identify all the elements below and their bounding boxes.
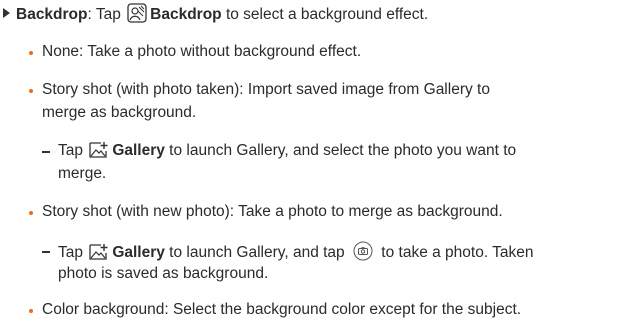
backdrop-heading-line: Backdrop: Tap Backdrop to select a backg… xyxy=(0,3,428,25)
sub-rest-text: to launch Gallery, and select the photo … xyxy=(164,142,517,159)
list-item-story-new: Story shot (with new photo): Take a phot… xyxy=(16,202,503,222)
gallery-add-icon xyxy=(89,244,108,260)
story-taken-line1: Story shot (with photo taken): Import sa… xyxy=(42,81,490,98)
gallery-button-label: Gallery xyxy=(112,142,165,159)
dash-icon xyxy=(42,251,50,253)
bullet-icon xyxy=(29,89,33,93)
dash-icon xyxy=(42,151,50,153)
backdrop-icon xyxy=(127,3,147,23)
bullet-icon xyxy=(29,51,33,55)
sub-tap-text: Tap xyxy=(58,244,88,261)
backdrop-rest: to select a background effect. xyxy=(221,6,429,23)
bullet-icon xyxy=(29,309,33,313)
sub-tap-text: Tap xyxy=(58,142,88,159)
none-text: None: Take a photo without background ef… xyxy=(42,43,362,60)
backdrop-term: Backdrop xyxy=(16,6,88,23)
section-arrow-icon xyxy=(3,8,10,18)
story-new-text: Story shot (with new photo): Take a phot… xyxy=(42,203,503,220)
story-taken-line2: merge as background. xyxy=(42,104,197,121)
list-item-story-taken: Story shot (with photo taken): Import sa… xyxy=(16,80,490,100)
gallery-button-label: Gallery xyxy=(112,244,165,261)
color-background-text: Color background: Select the background … xyxy=(42,301,522,318)
story-taken-sub-line1: Tap Gallery to launch Gallery, and selec… xyxy=(42,141,516,161)
story-taken-sub-line2: merge. xyxy=(58,165,107,182)
list-item-none: None: Take a photo without background ef… xyxy=(16,42,361,62)
gallery-add-icon xyxy=(89,142,108,158)
camera-icon xyxy=(353,241,373,261)
sub-end-text: to take a photo. Taken xyxy=(376,244,534,261)
backdrop-sep: : Tap xyxy=(87,6,126,23)
backdrop-button-label: Backdrop xyxy=(150,6,222,23)
bullet-icon xyxy=(29,211,33,215)
sub-mid-text: to launch Gallery, and tap xyxy=(164,244,349,261)
list-item-color-background: Color background: Select the background … xyxy=(16,300,521,320)
story-new-sub-line1: Tap Gallery to launch Gallery, and tap t… xyxy=(42,241,534,263)
document-page: Backdrop: Tap Backdrop to select a backg… xyxy=(0,0,625,323)
story-new-sub-line2: photo is saved as background. xyxy=(58,265,269,282)
